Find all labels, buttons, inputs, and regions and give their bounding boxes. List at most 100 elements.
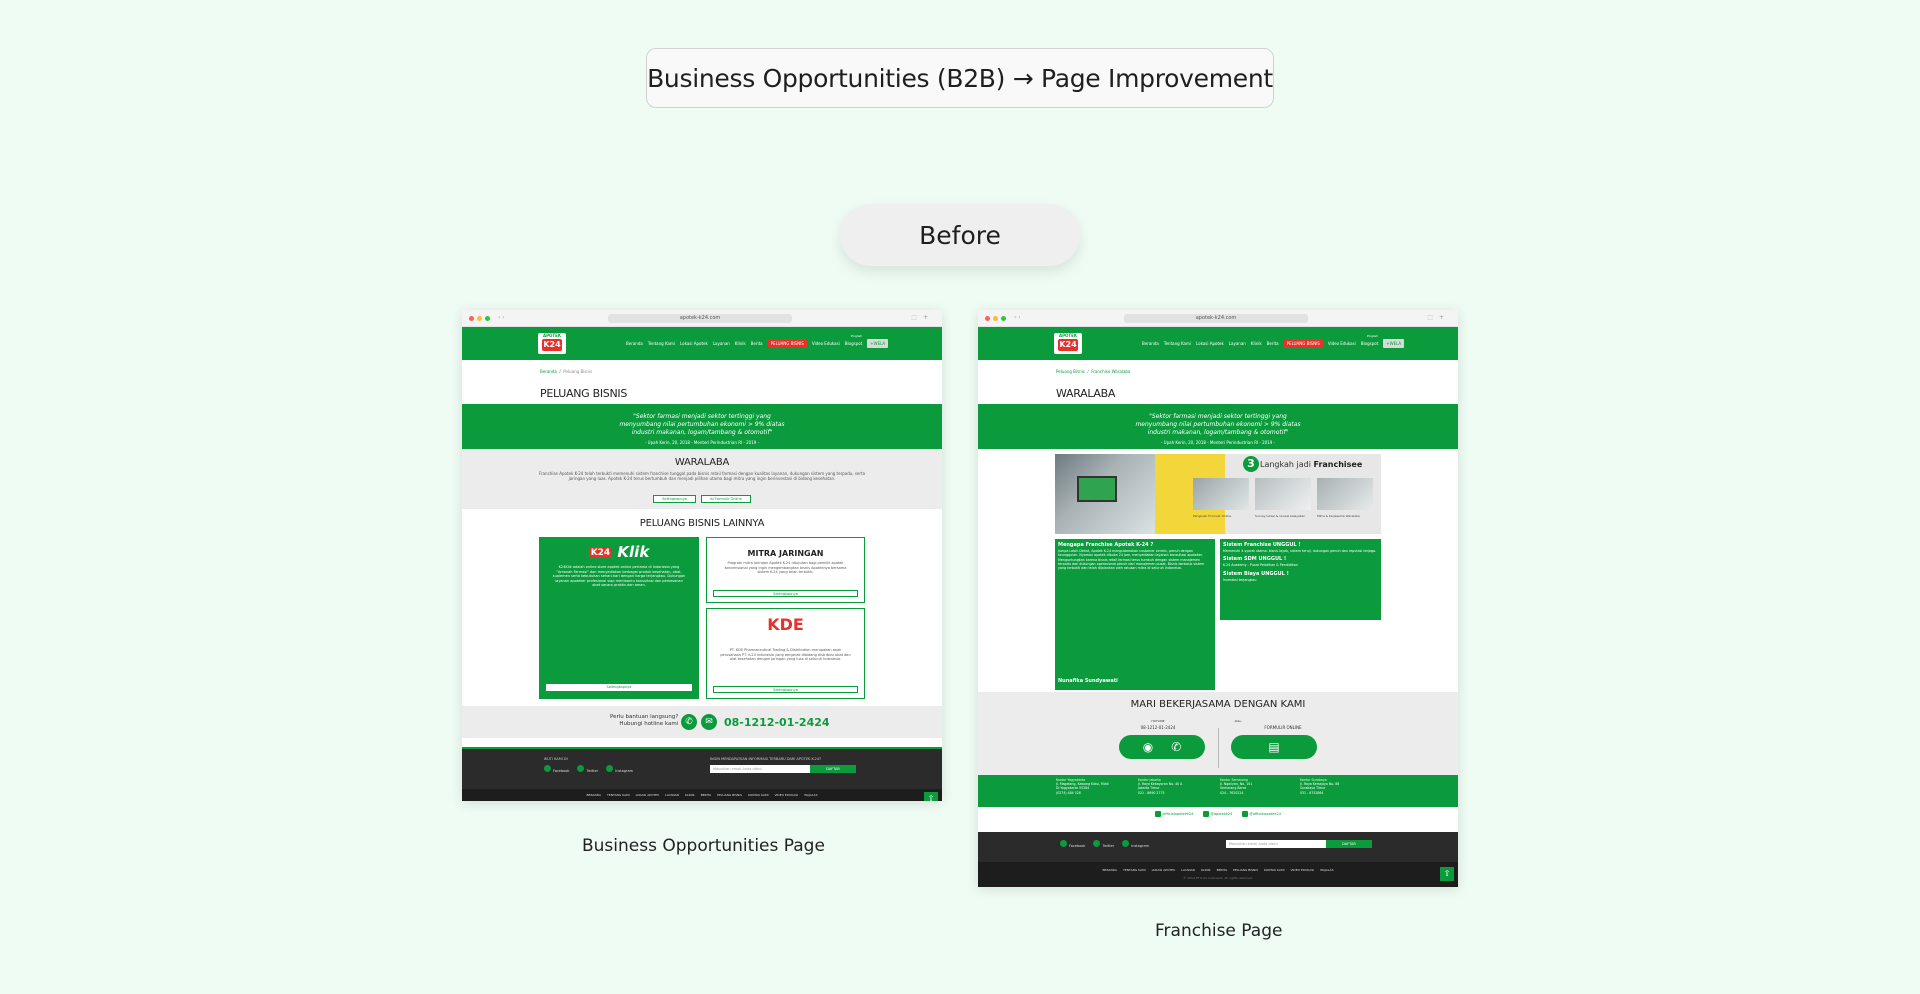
mail-icon[interactable]: ✉ xyxy=(701,714,717,730)
office-yogyakarta: Kantor Yogyakarta Jl. Magelang, Kawang Ki… xyxy=(1056,778,1109,795)
menu-item[interactable]: Video Edukasi xyxy=(1328,341,1356,346)
window-controls-icon[interactable]: ⬚+ xyxy=(911,314,934,321)
footer-link[interactable]: BERANDA xyxy=(1102,868,1117,872)
address-bar[interactable]: apotek-k24.com xyxy=(1124,314,1308,323)
footer-link[interactable]: LOKASI APOTEK xyxy=(1152,868,1176,872)
window-controls-icon[interactable]: ⬚+ xyxy=(1427,314,1450,321)
language-switch[interactable]: English xyxy=(851,334,862,338)
menu-item[interactable]: Blogspot xyxy=(1361,341,1378,346)
menu-item[interactable]: Layanan xyxy=(1229,341,1246,346)
minimize-dot-icon[interactable] xyxy=(477,316,482,321)
hotline-number[interactable]: 08-1212-01-2424 xyxy=(724,716,830,729)
social-links: Facebook Twitter Instagram xyxy=(1060,840,1149,848)
footer-link[interactable]: TENTANG KAMI xyxy=(1123,868,1146,872)
mitra-card: MITRA JARINGAN Program mitra jaringan Ap… xyxy=(706,537,865,603)
minimize-dot-icon[interactable] xyxy=(993,316,998,321)
menu-item[interactable]: Klinik xyxy=(1251,341,1262,346)
menu-item[interactable]: Blogspot xyxy=(845,341,862,346)
back-forward-icon[interactable]: ‹ › xyxy=(498,314,505,321)
menu-button[interactable]: +WELA xyxy=(867,339,889,348)
menu-item[interactable]: Berita xyxy=(1267,341,1279,346)
scroll-top-icon[interactable]: ⇧ xyxy=(1440,867,1454,881)
waralaba-form-button[interactable]: Isi Formulir Online xyxy=(701,495,751,503)
footer-link[interactable]: KONTAK KAMI xyxy=(748,793,768,797)
why-heading: Mengapa Franchise Apotek K-24 ? xyxy=(1058,542,1154,548)
social-handles: /officialapotekk24 @apotekk24 @officiala… xyxy=(978,811,1458,817)
menu-item[interactable]: Beranda xyxy=(626,341,643,346)
language-switch[interactable]: English xyxy=(1367,334,1378,338)
instagram-link[interactable]: Instagram xyxy=(606,765,633,773)
menu-item-peluang-bisnis[interactable]: PELUANG BISNIS xyxy=(767,339,807,348)
unggul-heading: Sistem SDM UNGGUL ! xyxy=(1223,556,1287,563)
footer-link[interactable]: PELUANG BISNIS xyxy=(717,793,742,797)
k24-logo[interactable]: APOTEK K24 xyxy=(1054,333,1082,354)
menu-button[interactable]: +WELA xyxy=(1383,339,1405,348)
facebook-handle[interactable]: /officialapotekk24 xyxy=(1155,811,1193,817)
facebook-link[interactable]: Facebook xyxy=(544,765,569,773)
office-semarang: Kantor Semarang Jl. Ngaliyan, No. 101 Sema… xyxy=(1220,778,1253,795)
mitra-more-button[interactable]: Selengkapnya xyxy=(713,590,858,597)
twitter-link[interactable]: Twitter xyxy=(1093,840,1114,848)
k24klik-more-button[interactable]: Selengkapnya xyxy=(546,684,692,691)
footer-link[interactable]: KLINIK xyxy=(1201,868,1211,872)
newsletter-submit-button[interactable]: DAFTAR xyxy=(810,765,856,773)
footer-link[interactable]: WAJALAS xyxy=(804,793,817,797)
close-dot-icon[interactable] xyxy=(985,316,990,321)
footer-link[interactable]: WAJALAS xyxy=(1320,868,1333,872)
zoom-dot-icon[interactable] xyxy=(485,316,490,321)
newsletter-submit-button[interactable]: DAFTAR xyxy=(1326,840,1372,848)
hotline-line-2: Hubungi hotline kami xyxy=(619,721,679,727)
section-heading: WARALABA xyxy=(674,457,730,468)
footer-link[interactable]: PELUANG BISNIS xyxy=(1233,868,1258,872)
copyright: © 2019 PT K-24 Indonesia. All rights res… xyxy=(1183,876,1253,880)
menu-item[interactable]: Layanan xyxy=(713,341,730,346)
menu-item-peluang-bisnis[interactable]: PELUANG BISNIS xyxy=(1283,339,1323,348)
close-dot-icon[interactable] xyxy=(469,316,474,321)
footer-link[interactable]: VIDEO EDUKASI xyxy=(1290,868,1314,872)
scroll-top-icon[interactable]: ⇧ xyxy=(924,792,938,801)
quote-source: - Upah Kerin, 20, 2018 - Menteri Perindu… xyxy=(644,440,760,445)
quote-text: "Sektor farmasi menjadi sektor tertinggi… xyxy=(1135,413,1301,436)
footer-link[interactable]: LOKASI APOTEK xyxy=(636,793,660,797)
office-jakarta: Kantor Jakarta Jl. Raya Kebayoran No. 40 … xyxy=(1138,778,1183,795)
footer-link[interactable]: BERITA xyxy=(701,793,712,797)
footer-link[interactable]: KONTAK KAMI xyxy=(1264,868,1284,872)
menu-item[interactable]: Tentang Kami xyxy=(648,341,675,346)
twitter-handle[interactable]: @apotekk24 xyxy=(1203,811,1232,817)
breadcrumb-link[interactable]: Beranda xyxy=(540,369,557,374)
main-menu: Beranda Tentang Kami Lokasi Apotek Layan… xyxy=(1142,339,1405,348)
logo-mark: K24 xyxy=(542,339,562,351)
menu-item[interactable]: Video Edukasi xyxy=(812,341,840,346)
waralaba-more-button[interactable]: Selengkapnya xyxy=(653,495,696,503)
menu-item[interactable]: Beranda xyxy=(1142,341,1159,346)
phone-icon[interactable]: ✆ xyxy=(681,714,697,730)
footer-link[interactable]: BERANDA xyxy=(586,793,601,797)
menu-item[interactable]: Tentang Kami xyxy=(1164,341,1191,346)
menu-item[interactable]: Klinik xyxy=(735,341,746,346)
menu-item[interactable]: Lokasi Apotek xyxy=(680,341,708,346)
footer-link[interactable]: TENTANG KAMI xyxy=(607,793,630,797)
back-forward-icon[interactable]: ‹ › xyxy=(1014,314,1021,321)
footer-link[interactable]: KLINIK xyxy=(685,793,695,797)
online-form-button[interactable]: ▤ xyxy=(1231,735,1317,759)
breadcrumb-link[interactable]: Peluang Bisnis xyxy=(1056,369,1085,374)
twitter-link[interactable]: Twitter xyxy=(577,765,598,773)
zoom-dot-icon[interactable] xyxy=(1001,316,1006,321)
phone-icon[interactable]: ✆ xyxy=(1171,740,1181,754)
kde-more-button[interactable]: Selengkapnya xyxy=(713,686,858,693)
footer-link[interactable]: LAYANAN xyxy=(1181,868,1195,872)
menu-item[interactable]: Berita xyxy=(751,341,763,346)
instagram-handle[interactable]: @officialapotek24 xyxy=(1242,811,1281,817)
newsletter-email-input[interactable]: Masukkan email Anda disini xyxy=(1226,840,1326,848)
footer-link[interactable]: LAYANAN xyxy=(665,793,679,797)
k24-logo[interactable]: APOTEK K24 xyxy=(538,333,566,354)
footer-link[interactable]: BERITA xyxy=(1217,868,1228,872)
menu-item[interactable]: Lokasi Apotek xyxy=(1196,341,1224,346)
footer-link[interactable]: VIDEO EDUKASI xyxy=(774,793,798,797)
address-bar[interactable]: apotek-k24.com xyxy=(608,314,792,323)
step-caption: Survey lokasi & review kelayakan xyxy=(1255,514,1306,518)
instagram-link[interactable]: Instagram xyxy=(1122,840,1149,848)
whatsapp-icon[interactable]: ◉ xyxy=(1143,740,1153,754)
facebook-link[interactable]: Facebook xyxy=(1060,840,1085,848)
newsletter-email-input[interactable]: Masukkan email Anda disini xyxy=(710,765,810,773)
